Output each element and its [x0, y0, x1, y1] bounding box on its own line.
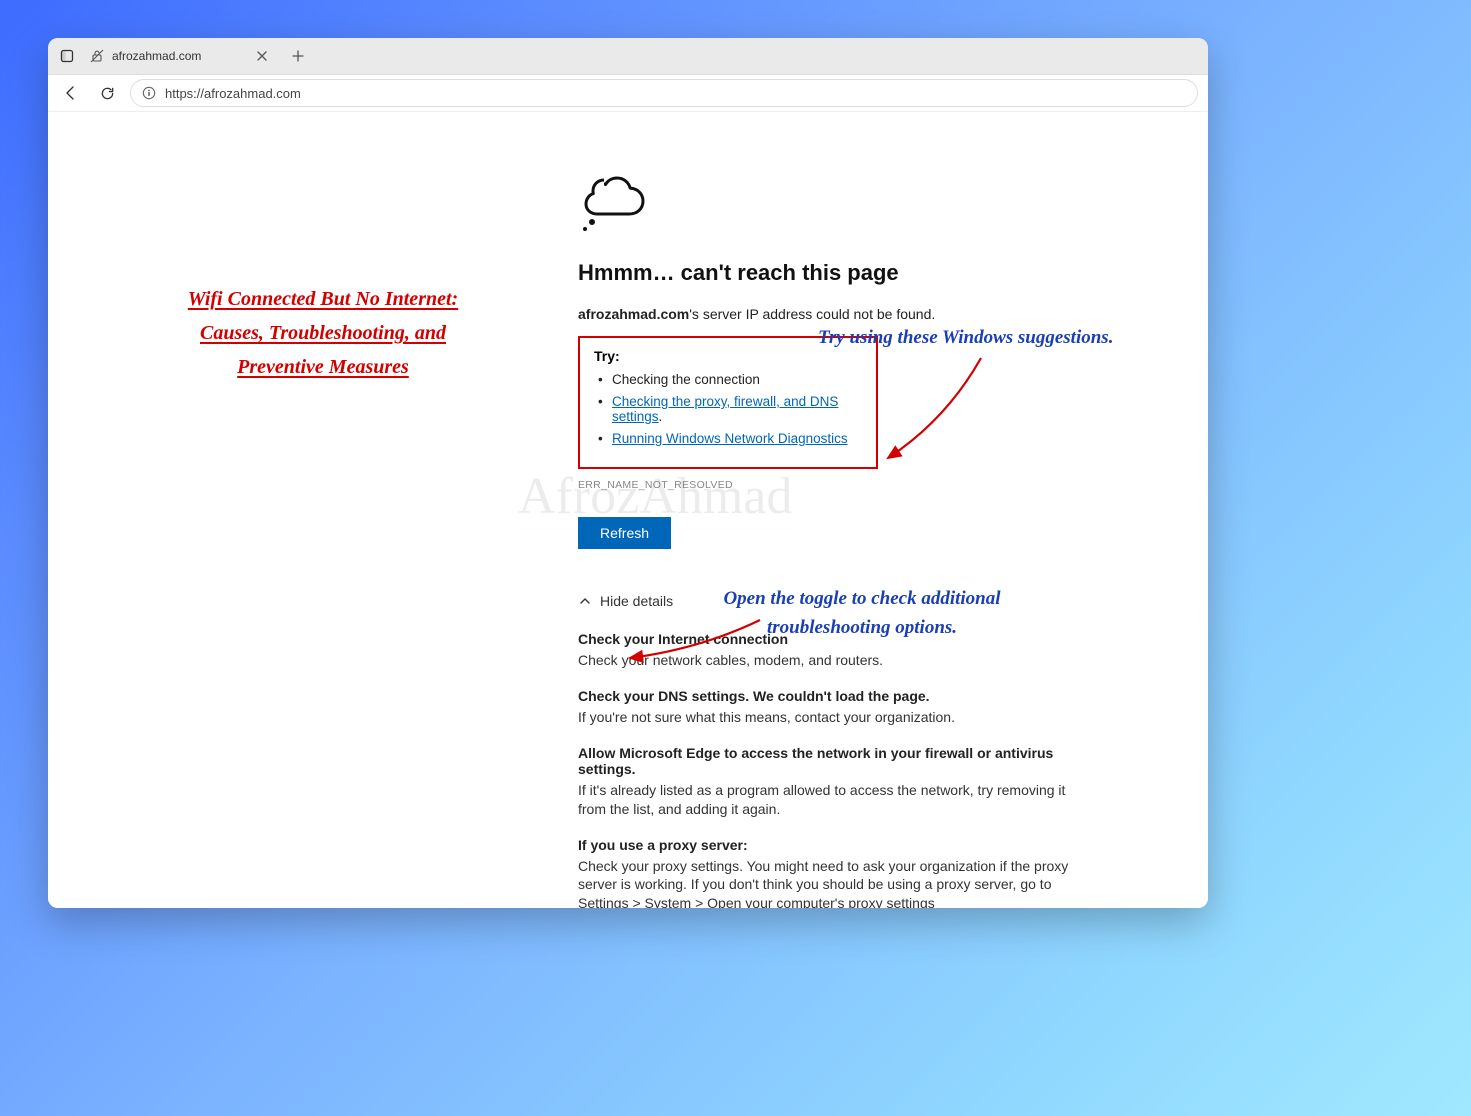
error-subtext-suffix: 's server IP address could not be found. [689, 306, 935, 322]
try-link-diagnostics[interactable]: Running Windows Network Diagnostics [612, 431, 848, 446]
tab-strip: afrozahmad.com [48, 38, 1208, 74]
detail-body-dns: If you're not sure what this means, cont… [578, 708, 1088, 727]
back-button[interactable] [58, 80, 84, 106]
details-section: Check your Internet connection Check you… [578, 631, 1088, 908]
try-item-connection: Checking the connection [594, 372, 862, 387]
browser-window: afrozahmad.com https://afrozahmad.com Af… [48, 38, 1208, 908]
detail-body-firewall: If it's already listed as a program allo… [578, 781, 1088, 819]
tab-actions-icon[interactable] [58, 47, 76, 65]
detail-body-connection: Check your network cables, modem, and ro… [578, 651, 1088, 670]
address-bar: https://afrozahmad.com [48, 74, 1208, 112]
detail-heading-proxy: If you use a proxy server: [578, 837, 1088, 853]
site-info-icon[interactable] [141, 85, 157, 101]
chevron-up-icon [578, 594, 592, 608]
hide-details-toggle[interactable]: Hide details [578, 593, 1098, 609]
refresh-nav-button[interactable] [94, 80, 120, 106]
annotation-title: Wifi Connected But No Internet: Causes, … [148, 282, 498, 384]
browser-tab[interactable]: afrozahmad.com [80, 41, 280, 71]
detail-heading-dns: Check your DNS settings. We couldn't loa… [578, 688, 1088, 704]
new-tab-button[interactable] [284, 42, 312, 70]
page-content: AfrozAhmad Hmmm… can't reach this page a… [48, 112, 1208, 908]
close-tab-icon[interactable] [254, 48, 270, 64]
error-heading: Hmmm… can't reach this page [578, 260, 1098, 286]
url-text: https://afrozahmad.com [165, 86, 301, 101]
try-label: Try: [594, 348, 862, 364]
error-subtext: afrozahmad.com's server IP address could… [578, 306, 1098, 322]
url-input[interactable]: https://afrozahmad.com [130, 79, 1198, 107]
detail-body-proxy: Check your proxy settings. You might nee… [578, 857, 1088, 908]
error-domain: afrozahmad.com [578, 306, 689, 322]
error-code: ERR_NAME_NOT_RESOLVED [578, 479, 1098, 491]
refresh-button[interactable]: Refresh [578, 517, 671, 549]
hide-details-label: Hide details [600, 593, 673, 609]
detail-heading-connection: Check your Internet connection [578, 631, 1088, 647]
try-link-proxy-dns[interactable]: Checking the proxy, firewall, and DNS se… [612, 394, 838, 424]
tab-title: afrozahmad.com [112, 49, 201, 63]
detail-heading-firewall: Allow Microsoft Edge to access the netwo… [578, 745, 1088, 777]
thought-cloud-icon [578, 172, 1098, 236]
lock-error-icon [90, 49, 104, 63]
try-suggestions-box: Try: Checking the connection Checking th… [578, 336, 878, 469]
